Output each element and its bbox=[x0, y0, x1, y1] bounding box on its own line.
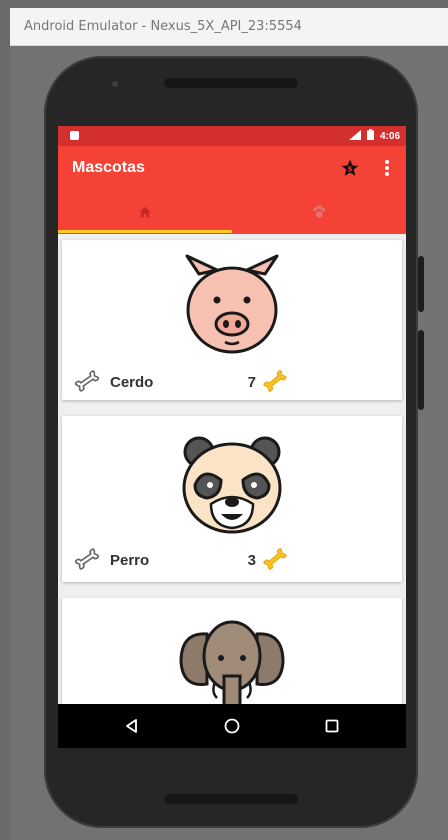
volume-button[interactable] bbox=[418, 330, 424, 410]
tab-bar bbox=[58, 190, 406, 234]
status-right: 4:06 bbox=[349, 129, 400, 142]
pet-name: Perro bbox=[110, 552, 150, 569]
device-screen: 4:06 Mascotas 5 Cerdo 7 Perro 3 bbox=[58, 126, 406, 748]
front-camera bbox=[112, 81, 118, 87]
pet-count: 3 bbox=[247, 552, 256, 569]
recents-square-icon bbox=[325, 719, 339, 733]
bottom-speaker bbox=[164, 794, 298, 804]
signal-icon bbox=[349, 130, 362, 140]
back-triangle-icon bbox=[126, 719, 137, 733]
star-icon[interactable]: 5 bbox=[340, 158, 360, 183]
battery-icon bbox=[367, 129, 375, 140]
panda-image bbox=[182, 436, 282, 534]
paw-icon bbox=[313, 205, 326, 218]
power-button[interactable] bbox=[418, 256, 424, 312]
navigation-bar bbox=[58, 704, 406, 748]
tab-home[interactable] bbox=[58, 190, 232, 234]
tab-paw[interactable] bbox=[232, 190, 406, 234]
window-title: Android Emulator - Nexus_5X_API_23:5554 bbox=[24, 19, 302, 34]
bone-outline-icon bbox=[74, 548, 100, 570]
svg-text:5: 5 bbox=[348, 165, 353, 173]
status-time: 4:06 bbox=[379, 131, 400, 142]
notification-icon bbox=[70, 131, 79, 140]
nav-back-button[interactable] bbox=[102, 704, 162, 748]
nav-home-button[interactable] bbox=[202, 704, 262, 748]
app-bar: Mascotas 5 bbox=[58, 146, 406, 190]
status-bar: 4:06 bbox=[58, 126, 406, 146]
top-speaker bbox=[164, 78, 298, 88]
nav-recents-button[interactable] bbox=[302, 704, 362, 748]
pet-card[interactable]: Perro 3 bbox=[62, 416, 402, 582]
overflow-menu-icon[interactable] bbox=[384, 159, 390, 182]
pet-card[interactable]: Cerdo 7 bbox=[62, 240, 402, 400]
bone-rating-icon[interactable] bbox=[260, 546, 290, 572]
app-title: Mascotas bbox=[72, 159, 145, 176]
pet-name: Cerdo bbox=[110, 374, 154, 391]
pig-image bbox=[185, 254, 279, 354]
tab-indicator bbox=[58, 230, 232, 233]
bone-rating-icon[interactable] bbox=[260, 368, 290, 394]
home-circle-icon bbox=[224, 718, 240, 734]
pet-list[interactable]: Cerdo 7 Perro 3 bbox=[58, 234, 406, 728]
pet-count: 7 bbox=[247, 374, 256, 391]
bone-outline-icon bbox=[74, 370, 100, 392]
emulator-window-bar: Android Emulator - Nexus_5X_API_23:5554 bbox=[10, 8, 448, 46]
home-icon bbox=[139, 206, 151, 218]
